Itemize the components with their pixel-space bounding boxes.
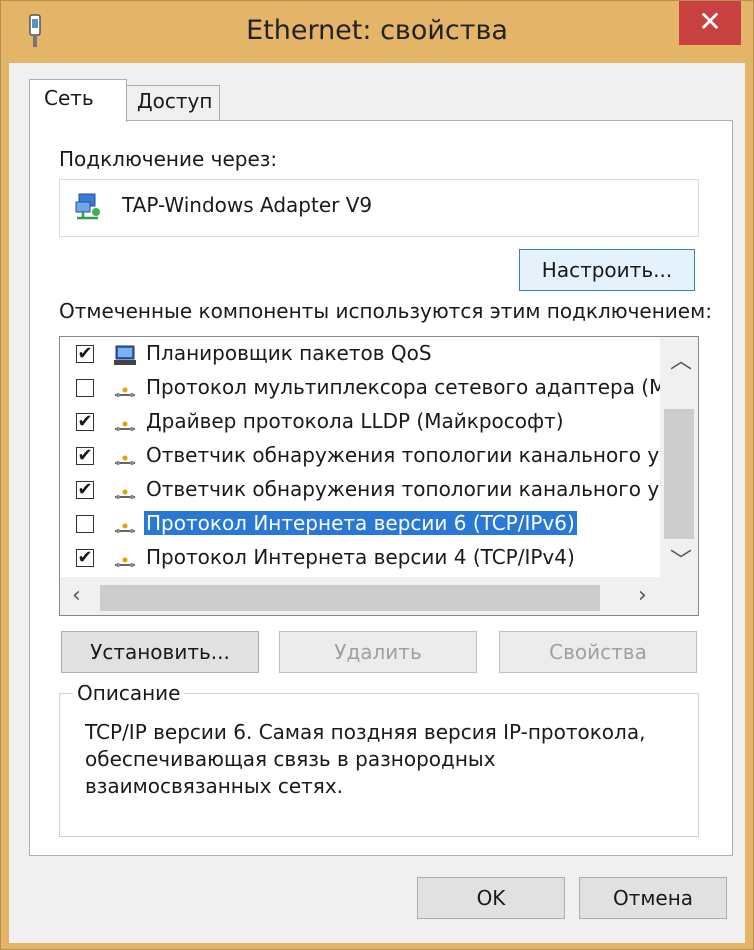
horizontal-scroll-thumb[interactable] xyxy=(100,585,600,611)
install-button[interactable]: Установить... xyxy=(61,631,259,673)
configure-button[interactable]: Настроить... xyxy=(519,249,695,291)
protocol-icon xyxy=(115,387,135,397)
remove-button[interactable]: Удалить xyxy=(279,631,477,673)
tab-access[interactable]: Доступ xyxy=(126,85,220,121)
protocol-icon xyxy=(115,489,135,499)
description-legend: Описание xyxy=(73,681,185,705)
adapter-name: TAP-Windows Adapter V9 xyxy=(122,193,373,217)
network-adapter-icon xyxy=(75,193,100,220)
window-title: Ethernet: свойства xyxy=(246,15,508,46)
checkbox[interactable]: ✔ xyxy=(76,549,94,567)
list-item[interactable]: ✔ Ответчик обнаружения топологии канальн… xyxy=(60,475,696,509)
properties-window: Ethernet: свойства ✕ Доступ Сеть Подключ… xyxy=(0,0,754,950)
checkbox[interactable]: ✔ xyxy=(76,413,94,431)
list-item[interactable]: Протокол мультиплексора сетевого адаптер… xyxy=(60,373,679,407)
components-list[interactable]: ✔ Планировщик пакетов QoS Протокол мульт… xyxy=(59,336,699,616)
scroll-down-icon[interactable]: ﹀ xyxy=(670,543,692,575)
checkbox[interactable] xyxy=(76,515,94,533)
list-item[interactable]: ✔ Протокол Интернета версии 4 (TCP/IPv4) xyxy=(60,543,660,577)
scroll-right-icon[interactable]: › xyxy=(638,583,647,608)
tab-network[interactable]: Сеть xyxy=(29,79,127,122)
list-item[interactable]: ✔ Планировщик пакетов QoS xyxy=(60,339,660,373)
dialog-body: Доступ Сеть Подключение через: TAP-Windo… xyxy=(9,63,745,943)
cancel-button[interactable]: Отмена xyxy=(579,877,727,919)
list-item-label: Протокол Интернета версии 4 (TCP/IPv4) xyxy=(146,545,575,569)
list-item-label: Ответчик обнаружения топологии канальног… xyxy=(146,477,696,501)
protocol-icon xyxy=(115,557,135,567)
properties-button[interactable]: Свойства xyxy=(499,631,697,673)
scroll-left-icon[interactable]: ‹ xyxy=(72,583,81,608)
checkbox[interactable]: ✔ xyxy=(76,447,94,465)
components-label: Отмеченные компоненты используются этим … xyxy=(59,299,712,323)
scroll-up-icon[interactable]: ︿ xyxy=(670,343,692,375)
checkbox[interactable]: ✔ xyxy=(76,481,94,499)
vertical-scroll-thumb[interactable] xyxy=(664,409,694,539)
ok-button[interactable]: OK xyxy=(417,877,565,919)
list-item[interactable]: ✔ Драйвер протокола LLDP (Майкрософт) xyxy=(60,407,660,441)
list-item-label: Ответчик обнаружения топологии канальног… xyxy=(146,443,696,467)
list-item[interactable]: ✔ Ответчик обнаружения топологии канальн… xyxy=(60,441,696,475)
description-text: TCP/IP версии 6. Самая поздняя версия IP… xyxy=(85,720,646,798)
list-item-label: Протокол мультиплексора сетевого адаптер… xyxy=(146,375,679,399)
list-item-label: Планировщик пакетов QoS xyxy=(146,341,432,365)
list-item-label: Драйвер протокола LLDP (Майкрософт) xyxy=(146,409,564,433)
close-button[interactable]: ✕ xyxy=(679,1,741,45)
connect-via-label: Подключение через: xyxy=(59,147,278,171)
title-bar[interactable]: Ethernet: свойства ✕ xyxy=(1,1,753,63)
list-item-label: Протокол Интернета версии 6 (TCP/IPv6) xyxy=(144,511,577,535)
list-item[interactable]: Протокол Интернета версии 6 (TCP/IPv6) xyxy=(60,509,660,543)
protocol-icon xyxy=(115,523,135,533)
protocol-icon xyxy=(115,421,135,431)
adapter-box: TAP-Windows Adapter V9 xyxy=(59,179,699,237)
checkbox[interactable] xyxy=(76,379,94,397)
checkbox[interactable]: ✔ xyxy=(76,345,94,363)
qos-scheduler-icon xyxy=(114,345,136,365)
protocol-icon xyxy=(115,455,135,465)
